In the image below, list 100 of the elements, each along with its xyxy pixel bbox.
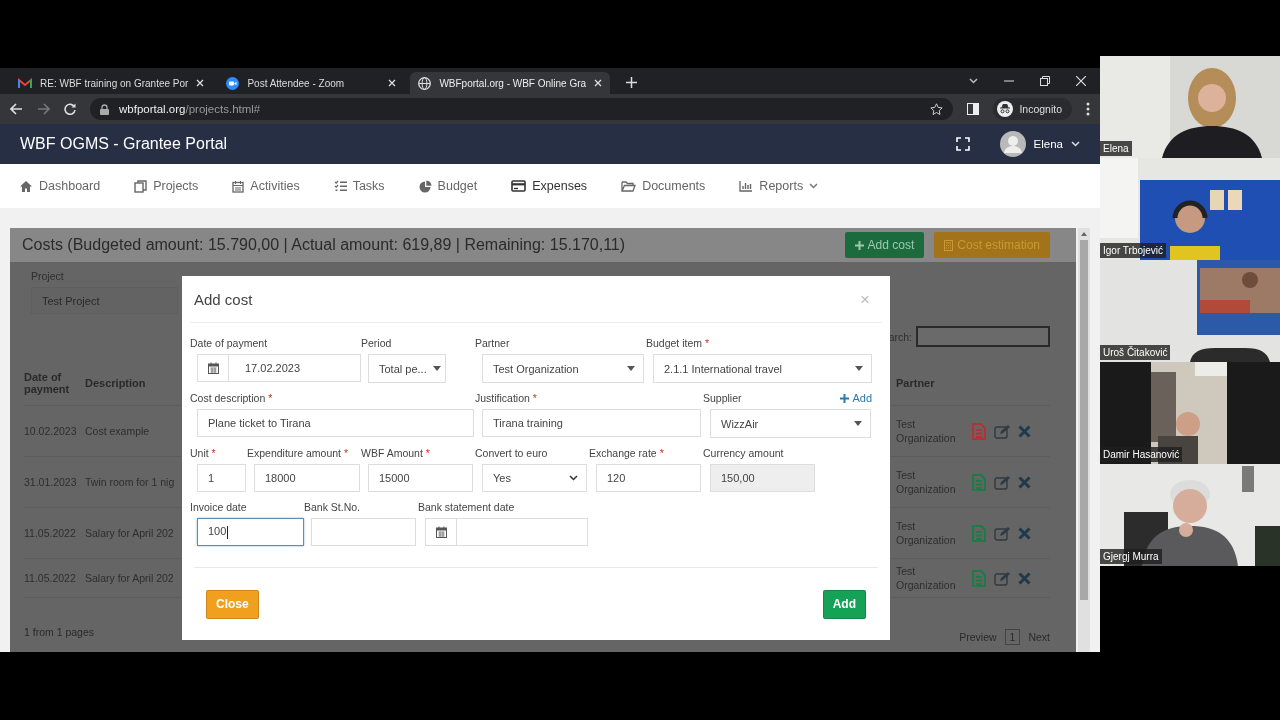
caret-icon — [432, 366, 441, 371]
field-label: Currency amount — [703, 447, 784, 459]
calendar-icon — [232, 179, 245, 193]
input-field[interactable]: 100 — [197, 518, 304, 546]
nav-item[interactable]: Tasks — [333, 179, 385, 193]
field-label: Partner — [475, 337, 510, 349]
calculator-icon — [944, 239, 954, 251]
mail-icon — [18, 77, 32, 89]
folder-icon — [621, 180, 637, 192]
close-icon[interactable] — [594, 79, 603, 87]
fullscreen-icon[interactable] — [955, 137, 970, 151]
input-field[interactable]: 150,00 — [710, 464, 815, 492]
nav-item[interactable]: Projects — [134, 179, 199, 193]
field-label: Supplier — [703, 392, 742, 404]
select-field[interactable]: Total pe... — [368, 354, 446, 383]
input-field[interactable]: 15000 — [368, 464, 473, 492]
calendar-icon — [435, 526, 447, 538]
dialog-title: Add cost — [194, 290, 254, 308]
field-label: Bank St.No. — [304, 501, 361, 513]
scroll-up-icon[interactable] — [1081, 232, 1087, 236]
participant-name: Uroš Čitaković — [1100, 345, 1171, 360]
document-icon[interactable] — [972, 422, 986, 440]
input-field[interactable]: 120 — [596, 464, 701, 492]
credit-card-icon — [511, 180, 527, 192]
delete-icon[interactable] — [1018, 526, 1031, 540]
scrollbar-thumb[interactable] — [1080, 240, 1088, 600]
plus-icon[interactable] — [626, 77, 638, 88]
address-bar[interactable]: wbfportal.org/projects.html# — [90, 98, 954, 120]
close-icon[interactable] — [196, 79, 205, 87]
field-label: Date of payment — [190, 337, 268, 349]
edit-icon[interactable] — [994, 525, 1010, 541]
copy-icon — [134, 179, 148, 193]
participant-name: Elena — [1100, 141, 1132, 156]
close-icon[interactable] — [1076, 76, 1086, 86]
field-label: Expenditure amount * — [247, 447, 348, 459]
field-label: Bank statement date — [418, 501, 515, 513]
input-field[interactable]: Plane ticket to Tirana — [197, 409, 474, 437]
edit-icon[interactable] — [994, 474, 1010, 490]
close-icon[interactable] — [388, 79, 397, 87]
avatar-icon — [999, 131, 1026, 157]
nav-item[interactable]: Expenses — [511, 179, 588, 193]
user-menu[interactable]: Elena — [999, 131, 1080, 157]
url-text: wbfportal.org/projects.html# — [119, 103, 261, 115]
add-cost-button[interactable]: Add cost — [844, 232, 925, 258]
side-panel-icon[interactable] — [967, 103, 980, 115]
delete-icon[interactable] — [1018, 475, 1031, 489]
globe-icon — [418, 76, 432, 90]
more-icon[interactable] — [1086, 102, 1090, 116]
document-icon[interactable] — [972, 473, 986, 491]
star-icon[interactable] — [930, 103, 944, 115]
plus-icon — [840, 393, 850, 403]
column-header: Partner — [896, 361, 972, 406]
select-field[interactable]: WizzAir — [710, 409, 871, 438]
nav-item[interactable]: Budget — [418, 179, 478, 193]
delete-icon[interactable] — [1018, 571, 1031, 585]
input-field[interactable]: 1 — [197, 464, 246, 492]
input-field[interactable]: 18000 — [254, 464, 360, 492]
participant-name: Gjergj Murra — [1100, 549, 1162, 564]
video-camera-icon — [226, 76, 240, 90]
chevron-icon — [569, 475, 578, 481]
restore-icon[interactable] — [1040, 76, 1050, 86]
back-arrow-icon[interactable] — [10, 103, 23, 115]
select-field[interactable]: 2.1.1 International travel — [653, 354, 872, 383]
field-label: Convert to euro — [475, 447, 548, 459]
edit-icon[interactable] — [994, 423, 1010, 439]
checklist-icon — [333, 180, 347, 192]
chevron-icon — [1071, 141, 1080, 147]
incognito-icon — [997, 101, 1014, 117]
search-field[interactable] — [916, 326, 1050, 347]
field-label: Justification * — [475, 392, 537, 404]
edit-icon[interactable] — [994, 570, 1010, 586]
profile-button[interactable]: Incognito — [993, 98, 1072, 120]
add-link[interactable]: Add — [840, 392, 872, 404]
input-field[interactable] — [311, 518, 416, 546]
reload-icon[interactable] — [64, 103, 76, 115]
nav-item[interactable]: Reports — [739, 179, 819, 193]
field-label: Exchange rate * — [589, 447, 664, 459]
document-icon[interactable] — [972, 524, 986, 542]
date-field[interactable]: 17.02.2023 — [197, 354, 361, 382]
delete-icon[interactable] — [1018, 424, 1031, 438]
caret-icon — [627, 366, 635, 371]
bar-chart-icon — [739, 180, 754, 192]
field-label: WBF Amount * — [361, 447, 430, 459]
document-icon[interactable] — [972, 569, 986, 587]
column-header: Date of payment — [24, 361, 85, 406]
browser-tab[interactable]: WBFportal.org - WBF Online Gra — [410, 72, 611, 94]
nav-item[interactable]: Documents — [621, 179, 706, 193]
input-field[interactable]: Tirana training — [482, 409, 701, 437]
field-label: Cost description * — [190, 392, 273, 404]
nav-item[interactable]: Dashboard — [19, 179, 101, 193]
home-icon — [19, 179, 33, 193]
participant-name: Damir Hasanović — [1100, 447, 1183, 462]
select-field[interactable]: Yes — [482, 464, 587, 492]
participant-name: Igor Trbojević — [1100, 243, 1167, 258]
page-title: Costs (Budgeted amount: 15.790,00 | Actual amount: 619,89 | Remaining: 15.170,11) — [22, 236, 627, 254]
date-field[interactable] — [425, 518, 588, 546]
select-field[interactable]: Test Organization — [482, 354, 644, 383]
nav-item[interactable]: Activities — [232, 179, 300, 193]
pie-chart-icon — [418, 179, 432, 193]
forward-arrow-icon[interactable] — [37, 103, 50, 115]
